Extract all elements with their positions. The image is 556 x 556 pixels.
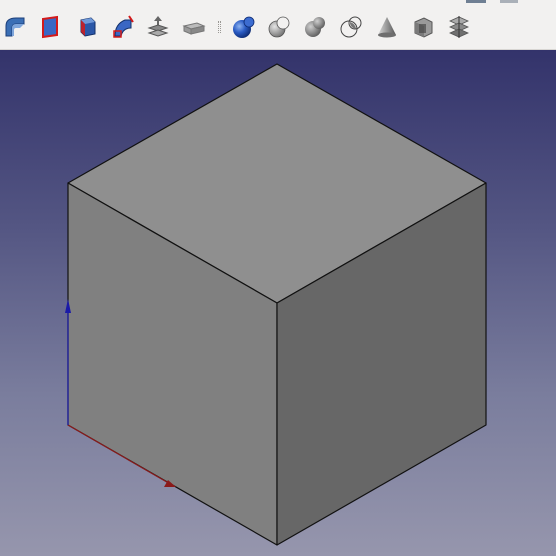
section-button[interactable] [409, 12, 437, 42]
toolbar-separator [218, 21, 221, 33]
sweep-button[interactable] [1, 12, 29, 42]
offset-icon [182, 22, 206, 35]
revolve-button[interactable] [108, 12, 136, 42]
boolean-common-icon [340, 16, 362, 38]
boolean-fuse-button[interactable] [301, 12, 329, 42]
extrude-icon [80, 17, 96, 37]
cone-button[interactable] [373, 12, 401, 42]
boolean-cut-button[interactable] [265, 12, 293, 42]
sphere-icon [233, 16, 255, 38]
cone-icon [378, 17, 396, 38]
loft-button[interactable] [144, 12, 172, 42]
3d-viewport[interactable] [0, 50, 556, 556]
viewport-canvas [65, 63, 487, 546]
revolve-icon [113, 15, 134, 38]
sphere-button[interactable] [229, 12, 257, 42]
part-toolbar [0, 0, 556, 50]
loft-icon [147, 16, 169, 37]
toolbar-top-fragment [466, 0, 486, 3]
sweep-icon [5, 17, 25, 37]
boolean-cut-icon [268, 16, 290, 38]
slice-button[interactable] [445, 12, 473, 42]
section-icon [414, 17, 433, 38]
face-button[interactable] [36, 12, 64, 42]
boolean-fuse-icon [305, 17, 325, 37]
slice-icon [449, 16, 469, 38]
boolean-common-button[interactable] [337, 12, 365, 42]
offset-button[interactable] [180, 12, 208, 42]
face-icon [42, 15, 58, 39]
extrude-button[interactable] [72, 12, 100, 42]
toolbar-top-fragment [500, 0, 518, 3]
